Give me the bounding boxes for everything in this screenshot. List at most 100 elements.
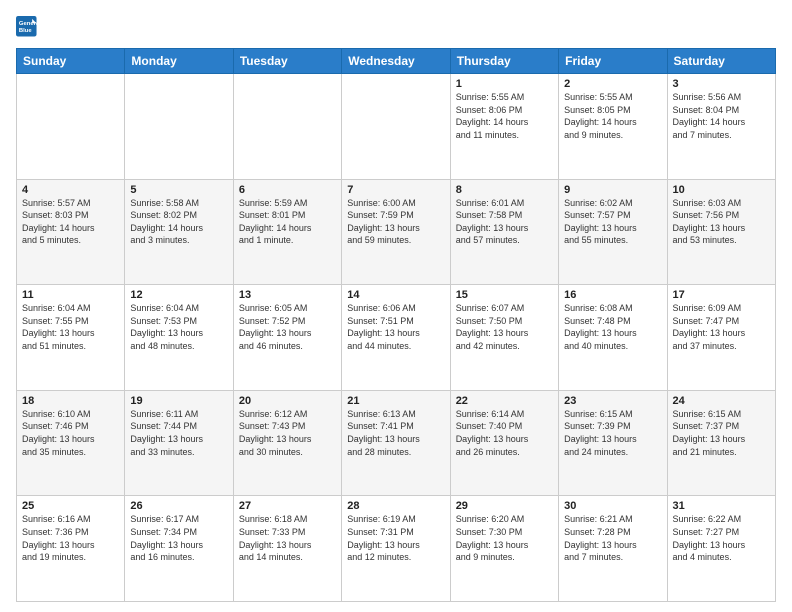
day-number: 7 [347, 184, 444, 196]
calendar-cell: 31Sunrise: 6:22 AM Sunset: 7:27 PM Dayli… [667, 496, 775, 602]
cell-info: Sunrise: 5:55 AM Sunset: 8:06 PM Dayligh… [456, 91, 553, 141]
cell-info: Sunrise: 5:56 AM Sunset: 8:04 PM Dayligh… [673, 91, 770, 141]
day-number: 21 [347, 395, 444, 407]
calendar-cell: 1Sunrise: 5:55 AM Sunset: 8:06 PM Daylig… [450, 74, 558, 180]
calendar-cell: 20Sunrise: 6:12 AM Sunset: 7:43 PM Dayli… [233, 390, 341, 496]
day-number: 18 [22, 395, 119, 407]
cell-info: Sunrise: 6:12 AM Sunset: 7:43 PM Dayligh… [239, 408, 336, 458]
col-header-tuesday: Tuesday [233, 49, 341, 74]
day-number: 6 [239, 184, 336, 196]
col-header-friday: Friday [559, 49, 667, 74]
day-number: 31 [673, 500, 770, 512]
calendar-cell: 12Sunrise: 6:04 AM Sunset: 7:53 PM Dayli… [125, 285, 233, 391]
calendar-cell: 11Sunrise: 6:04 AM Sunset: 7:55 PM Dayli… [17, 285, 125, 391]
col-header-thursday: Thursday [450, 49, 558, 74]
calendar-cell: 21Sunrise: 6:13 AM Sunset: 7:41 PM Dayli… [342, 390, 450, 496]
calendar-header-row: SundayMondayTuesdayWednesdayThursdayFrid… [17, 49, 776, 74]
calendar-cell: 24Sunrise: 6:15 AM Sunset: 7:37 PM Dayli… [667, 390, 775, 496]
day-number: 20 [239, 395, 336, 407]
day-number: 2 [564, 78, 661, 90]
col-header-monday: Monday [125, 49, 233, 74]
calendar-cell [125, 74, 233, 180]
cell-info: Sunrise: 6:15 AM Sunset: 7:39 PM Dayligh… [564, 408, 661, 458]
calendar-cell: 4Sunrise: 5:57 AM Sunset: 8:03 PM Daylig… [17, 179, 125, 285]
cell-info: Sunrise: 6:18 AM Sunset: 7:33 PM Dayligh… [239, 513, 336, 563]
cell-info: Sunrise: 6:10 AM Sunset: 7:46 PM Dayligh… [22, 408, 119, 458]
cell-info: Sunrise: 6:07 AM Sunset: 7:50 PM Dayligh… [456, 302, 553, 352]
day-number: 27 [239, 500, 336, 512]
calendar-cell: 13Sunrise: 6:05 AM Sunset: 7:52 PM Dayli… [233, 285, 341, 391]
day-number: 22 [456, 395, 553, 407]
calendar-cell: 17Sunrise: 6:09 AM Sunset: 7:47 PM Dayli… [667, 285, 775, 391]
week-row-5: 25Sunrise: 6:16 AM Sunset: 7:36 PM Dayli… [17, 496, 776, 602]
day-number: 3 [673, 78, 770, 90]
calendar-cell [233, 74, 341, 180]
day-number: 23 [564, 395, 661, 407]
cell-info: Sunrise: 6:13 AM Sunset: 7:41 PM Dayligh… [347, 408, 444, 458]
week-row-3: 11Sunrise: 6:04 AM Sunset: 7:55 PM Dayli… [17, 285, 776, 391]
day-number: 9 [564, 184, 661, 196]
calendar-cell: 10Sunrise: 6:03 AM Sunset: 7:56 PM Dayli… [667, 179, 775, 285]
cell-info: Sunrise: 6:08 AM Sunset: 7:48 PM Dayligh… [564, 302, 661, 352]
cell-info: Sunrise: 6:06 AM Sunset: 7:51 PM Dayligh… [347, 302, 444, 352]
cell-info: Sunrise: 6:05 AM Sunset: 7:52 PM Dayligh… [239, 302, 336, 352]
cell-info: Sunrise: 6:02 AM Sunset: 7:57 PM Dayligh… [564, 197, 661, 247]
cell-info: Sunrise: 6:03 AM Sunset: 7:56 PM Dayligh… [673, 197, 770, 247]
calendar-cell: 14Sunrise: 6:06 AM Sunset: 7:51 PM Dayli… [342, 285, 450, 391]
day-number: 16 [564, 289, 661, 301]
logo: General Blue [16, 16, 44, 38]
calendar-cell: 30Sunrise: 6:21 AM Sunset: 7:28 PM Dayli… [559, 496, 667, 602]
cell-info: Sunrise: 6:09 AM Sunset: 7:47 PM Dayligh… [673, 302, 770, 352]
cell-info: Sunrise: 6:16 AM Sunset: 7:36 PM Dayligh… [22, 513, 119, 563]
col-header-wednesday: Wednesday [342, 49, 450, 74]
calendar-cell: 3Sunrise: 5:56 AM Sunset: 8:04 PM Daylig… [667, 74, 775, 180]
day-number: 25 [22, 500, 119, 512]
day-number: 26 [130, 500, 227, 512]
cell-info: Sunrise: 6:04 AM Sunset: 7:55 PM Dayligh… [22, 302, 119, 352]
cell-info: Sunrise: 5:58 AM Sunset: 8:02 PM Dayligh… [130, 197, 227, 247]
day-number: 17 [673, 289, 770, 301]
col-header-sunday: Sunday [17, 49, 125, 74]
day-number: 28 [347, 500, 444, 512]
calendar-cell: 5Sunrise: 5:58 AM Sunset: 8:02 PM Daylig… [125, 179, 233, 285]
cell-info: Sunrise: 6:22 AM Sunset: 7:27 PM Dayligh… [673, 513, 770, 563]
svg-text:Blue: Blue [19, 28, 32, 34]
calendar-cell: 2Sunrise: 5:55 AM Sunset: 8:05 PM Daylig… [559, 74, 667, 180]
calendar-cell: 22Sunrise: 6:14 AM Sunset: 7:40 PM Dayli… [450, 390, 558, 496]
calendar-cell: 18Sunrise: 6:10 AM Sunset: 7:46 PM Dayli… [17, 390, 125, 496]
calendar-cell: 15Sunrise: 6:07 AM Sunset: 7:50 PM Dayli… [450, 285, 558, 391]
day-number: 5 [130, 184, 227, 196]
week-row-2: 4Sunrise: 5:57 AM Sunset: 8:03 PM Daylig… [17, 179, 776, 285]
calendar-cell: 16Sunrise: 6:08 AM Sunset: 7:48 PM Dayli… [559, 285, 667, 391]
week-row-4: 18Sunrise: 6:10 AM Sunset: 7:46 PM Dayli… [17, 390, 776, 496]
cell-info: Sunrise: 5:57 AM Sunset: 8:03 PM Dayligh… [22, 197, 119, 247]
page: General Blue SundayMondayTuesdayWednesda… [0, 0, 792, 612]
day-number: 8 [456, 184, 553, 196]
calendar-cell: 8Sunrise: 6:01 AM Sunset: 7:58 PM Daylig… [450, 179, 558, 285]
calendar-cell [342, 74, 450, 180]
cell-info: Sunrise: 6:20 AM Sunset: 7:30 PM Dayligh… [456, 513, 553, 563]
col-header-saturday: Saturday [667, 49, 775, 74]
day-number: 10 [673, 184, 770, 196]
calendar-cell: 7Sunrise: 6:00 AM Sunset: 7:59 PM Daylig… [342, 179, 450, 285]
day-number: 13 [239, 289, 336, 301]
day-number: 19 [130, 395, 227, 407]
day-number: 29 [456, 500, 553, 512]
cell-info: Sunrise: 6:11 AM Sunset: 7:44 PM Dayligh… [130, 408, 227, 458]
week-row-1: 1Sunrise: 5:55 AM Sunset: 8:06 PM Daylig… [17, 74, 776, 180]
day-number: 12 [130, 289, 227, 301]
cell-info: Sunrise: 5:59 AM Sunset: 8:01 PM Dayligh… [239, 197, 336, 247]
logo-icon: General Blue [16, 16, 38, 38]
day-number: 24 [673, 395, 770, 407]
cell-info: Sunrise: 5:55 AM Sunset: 8:05 PM Dayligh… [564, 91, 661, 141]
cell-info: Sunrise: 6:15 AM Sunset: 7:37 PM Dayligh… [673, 408, 770, 458]
calendar-cell [17, 74, 125, 180]
cell-info: Sunrise: 6:17 AM Sunset: 7:34 PM Dayligh… [130, 513, 227, 563]
cell-info: Sunrise: 6:19 AM Sunset: 7:31 PM Dayligh… [347, 513, 444, 563]
day-number: 11 [22, 289, 119, 301]
calendar-cell: 25Sunrise: 6:16 AM Sunset: 7:36 PM Dayli… [17, 496, 125, 602]
calendar-cell: 28Sunrise: 6:19 AM Sunset: 7:31 PM Dayli… [342, 496, 450, 602]
calendar-cell: 26Sunrise: 6:17 AM Sunset: 7:34 PM Dayli… [125, 496, 233, 602]
day-number: 14 [347, 289, 444, 301]
cell-info: Sunrise: 6:21 AM Sunset: 7:28 PM Dayligh… [564, 513, 661, 563]
